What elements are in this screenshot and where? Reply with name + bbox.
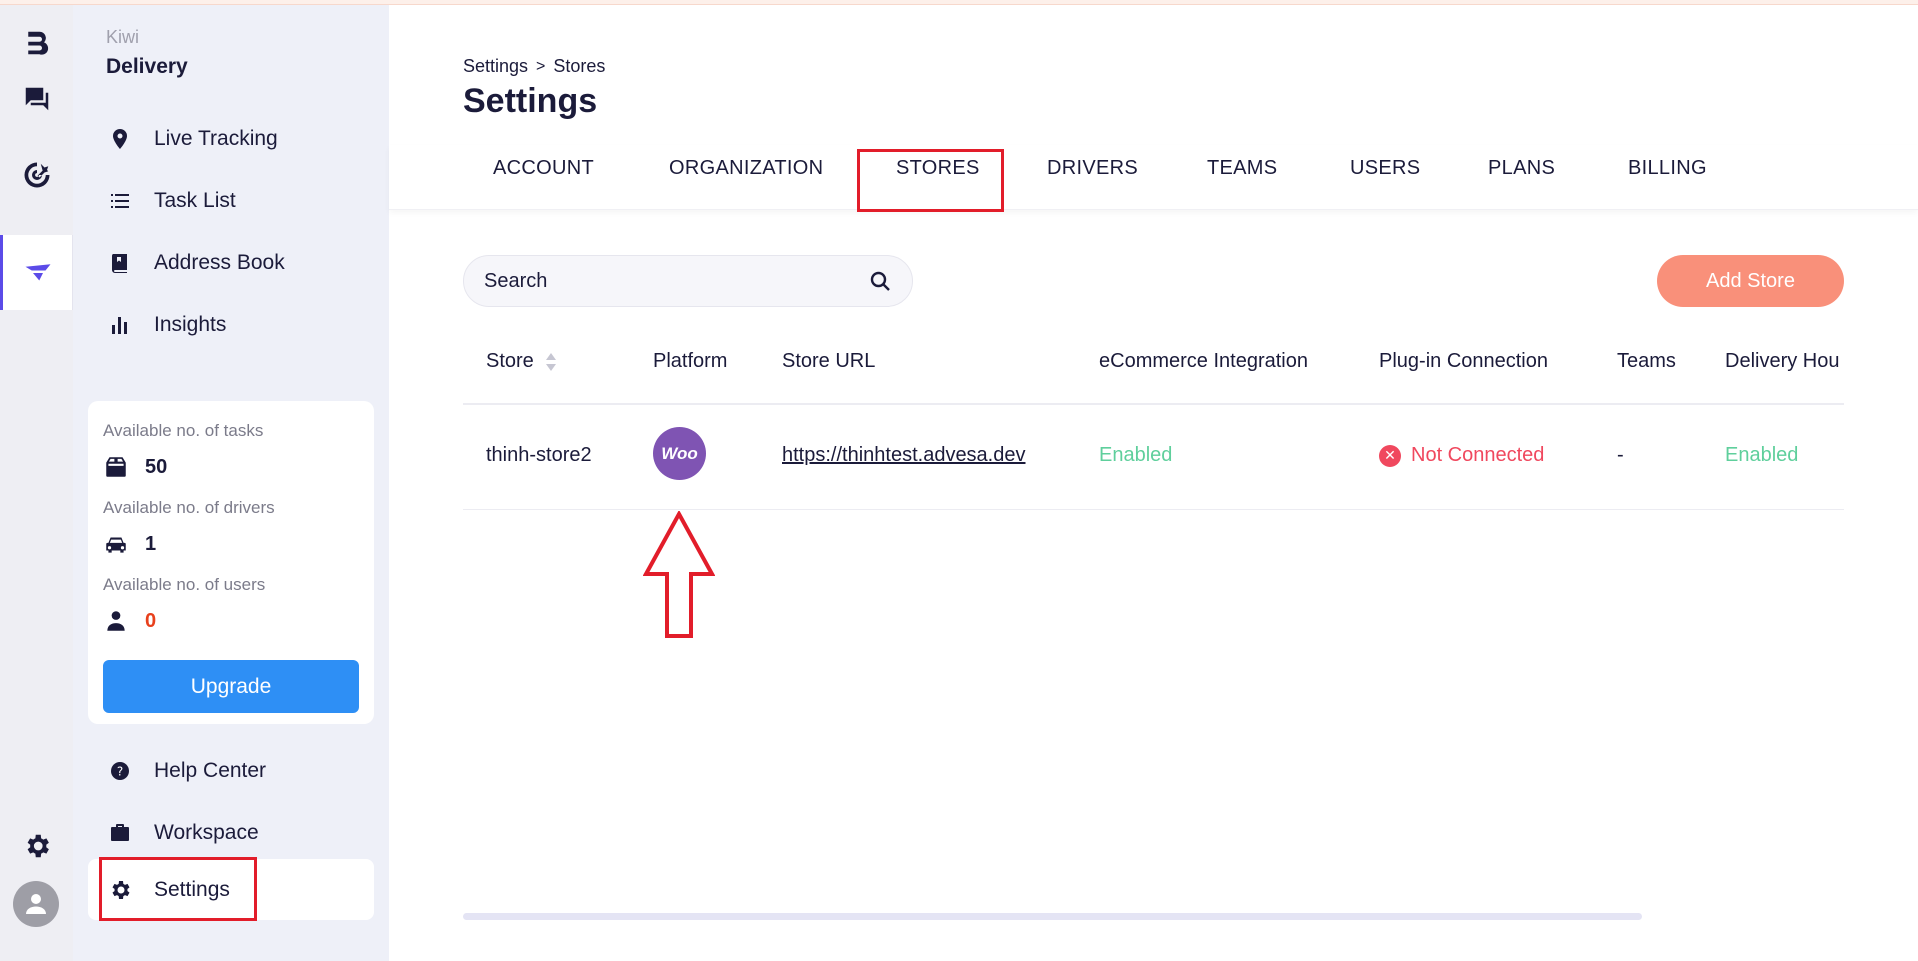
tabs-bar: ACCOUNT ORGANIZATION STORES DRIVERS TEAM… — [389, 145, 1918, 210]
table-cell-store-url[interactable]: https://thinhtest.advesa.dev — [782, 444, 1026, 467]
app-name: Delivery — [106, 55, 188, 78]
tab-account[interactable]: ACCOUNT — [493, 157, 594, 180]
breadcrumb-current: Stores — [553, 56, 606, 76]
sidebar-item-label: Address Book — [154, 251, 285, 274]
bar-chart-icon — [106, 311, 134, 339]
sort-icon[interactable] — [544, 351, 558, 373]
column-header-teams: Teams — [1617, 350, 1676, 372]
sidebar: Kiwi Delivery Live Tracking Task List Ad… — [73, 5, 389, 961]
table-cell-ecommerce-integration: Enabled — [1099, 444, 1173, 466]
sidebar-item-live-tracking[interactable]: Live Tracking — [106, 117, 376, 161]
drivers-value: 1 — [103, 531, 156, 557]
tasks-value: 50 — [103, 454, 167, 480]
user-avatar-icon[interactable] — [13, 881, 59, 927]
sidebar-item-workspace[interactable]: Workspace — [106, 811, 376, 855]
annotation-box-stores-tab — [857, 149, 1004, 212]
svg-text:?: ? — [117, 765, 123, 779]
search-box[interactable] — [463, 255, 913, 307]
column-header-store-url: Store URL — [782, 350, 876, 372]
column-header-plugin-connection: Plug-in Connection — [1379, 350, 1548, 372]
book-icon — [106, 249, 134, 277]
dispatch-icon[interactable] — [0, 235, 73, 310]
tab-drivers[interactable]: DRIVERS — [1047, 157, 1138, 180]
column-header-store[interactable]: Store — [486, 350, 558, 373]
table-cell-store: thinh-store2 — [486, 444, 592, 466]
sidebar-item-help-center[interactable]: ? Help Center — [106, 749, 376, 793]
sidebar-item-insights[interactable]: Insights — [106, 303, 376, 347]
workspace-name: Kiwi — [106, 27, 140, 47]
table-cell-delivery-hours: Enabled — [1725, 444, 1799, 466]
drivers-label: Available no. of drivers — [103, 498, 275, 517]
column-header-ecommerce-integration: eCommerce Integration — [1099, 350, 1308, 372]
column-header-platform: Platform — [653, 350, 728, 372]
table-header-divider — [463, 403, 1844, 405]
search-input[interactable] — [484, 269, 868, 293]
sidebar-item-label: Workspace — [154, 821, 259, 844]
sidebar-item-label: Live Tracking — [154, 127, 278, 150]
car-icon — [106, 537, 126, 553]
woocommerce-logo-icon: Woo — [653, 427, 706, 480]
upgrade-button[interactable]: Upgrade — [103, 660, 359, 713]
breadcrumb-separator: > — [536, 57, 546, 75]
users-value: 0 — [103, 608, 156, 634]
gear-icon[interactable] — [0, 808, 73, 883]
page-title: Settings — [463, 82, 598, 120]
breadcrumb: Settings > Stores — [463, 56, 605, 77]
chat-icon[interactable] — [0, 61, 73, 136]
help-icon: ? — [106, 757, 134, 785]
list-icon — [106, 187, 134, 215]
annotation-arrow-up-icon — [643, 511, 715, 638]
tab-teams[interactable]: TEAMS — [1207, 157, 1277, 180]
sidebar-item-task-list[interactable]: Task List — [106, 179, 376, 223]
map-pin-icon — [106, 125, 134, 153]
column-header-delivery-hours: Delivery Hou — [1725, 350, 1840, 372]
error-x-icon: ✕ — [1379, 444, 1401, 467]
table-cell-teams: - — [1617, 444, 1624, 466]
usage-card: Available no. of tasks 50 Available no. … — [88, 401, 374, 724]
breadcrumb-root[interactable]: Settings — [463, 56, 528, 77]
person-icon — [107, 611, 125, 631]
tab-plans[interactable]: PLANS — [1488, 157, 1555, 180]
sidebar-item-label: Task List — [154, 189, 236, 212]
box-icon — [106, 457, 126, 477]
add-store-button[interactable]: Add Store — [1657, 255, 1844, 307]
horizontal-scrollbar[interactable] — [463, 913, 1642, 920]
annotation-box-settings — [99, 857, 257, 921]
target-icon[interactable] — [0, 137, 73, 212]
sidebar-item-address-book[interactable]: Address Book — [106, 241, 376, 285]
tab-billing[interactable]: BILLING — [1628, 157, 1707, 180]
icon-rail — [0, 5, 73, 961]
table-row-divider — [463, 509, 1844, 510]
sidebar-item-label: Insights — [154, 313, 227, 336]
tab-users[interactable]: USERS — [1350, 157, 1420, 180]
table-cell-plugin-connection: ✕ Not Connected — [1379, 444, 1544, 467]
tab-organization[interactable]: ORGANIZATION — [669, 157, 823, 180]
briefcase-icon — [106, 819, 134, 847]
search-icon[interactable] — [868, 269, 892, 293]
tasks-label: Available no. of tasks — [103, 421, 264, 440]
users-label: Available no. of users — [103, 575, 266, 594]
sidebar-item-label: Help Center — [154, 759, 267, 782]
